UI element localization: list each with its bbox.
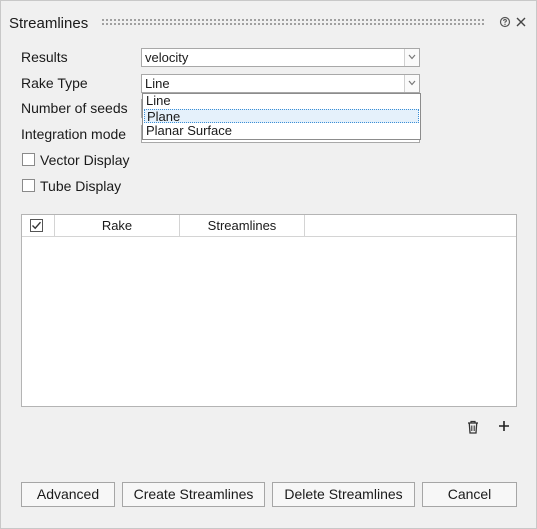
table-header: Rake Streamlines bbox=[22, 215, 516, 237]
results-dropdown[interactable]: velocity bbox=[141, 48, 420, 67]
tube-display-checkbox[interactable] bbox=[22, 179, 35, 192]
select-all-header[interactable] bbox=[22, 215, 55, 236]
rake-type-label: Rake Type bbox=[21, 75, 88, 91]
option-line[interactable]: Line bbox=[144, 94, 419, 108]
cancel-button[interactable]: Cancel bbox=[422, 482, 517, 507]
panel-title: Streamlines bbox=[9, 15, 89, 32]
streamlines-panel: Streamlines Results velocity Rake Type L… bbox=[0, 0, 537, 529]
chevron-down-icon bbox=[408, 80, 416, 86]
column-header-streamlines[interactable]: Streamlines bbox=[180, 215, 305, 236]
number-of-seeds-label: Number of seeds bbox=[21, 100, 128, 116]
results-value: velocity bbox=[145, 50, 189, 65]
vector-display-label: Vector Display bbox=[40, 152, 130, 168]
delete-streamlines-button[interactable]: Delete Streamlines bbox=[272, 482, 415, 507]
rake-type-dropdown-arrow[interactable] bbox=[404, 75, 419, 92]
checkbox-checked-icon bbox=[30, 219, 43, 232]
vector-display-checkbox[interactable] bbox=[22, 153, 35, 166]
rake-type-options-list: Line Plane Planar Surface bbox=[142, 93, 421, 140]
results-label: Results bbox=[21, 49, 68, 65]
rake-type-dropdown[interactable]: Line bbox=[141, 74, 420, 93]
drag-grip[interactable] bbox=[101, 18, 486, 27]
chevron-down-icon bbox=[408, 54, 416, 60]
option-plane[interactable]: Plane bbox=[144, 109, 419, 124]
add-icon[interactable] bbox=[496, 418, 512, 434]
column-header-rake[interactable]: Rake bbox=[55, 215, 180, 236]
trash-icon[interactable] bbox=[465, 419, 481, 435]
rake-table: Rake Streamlines bbox=[21, 214, 517, 407]
help-icon[interactable] bbox=[498, 15, 512, 29]
create-streamlines-button[interactable]: Create Streamlines bbox=[122, 482, 265, 507]
integration-mode-label: Integration mode bbox=[21, 126, 127, 142]
results-dropdown-arrow[interactable] bbox=[404, 49, 419, 66]
close-icon[interactable] bbox=[514, 15, 528, 29]
advanced-button[interactable]: Advanced bbox=[21, 482, 115, 507]
option-planar-surface[interactable]: Planar Surface bbox=[144, 124, 419, 138]
rake-type-value: Line bbox=[145, 76, 170, 91]
tube-display-label: Tube Display bbox=[40, 178, 122, 194]
